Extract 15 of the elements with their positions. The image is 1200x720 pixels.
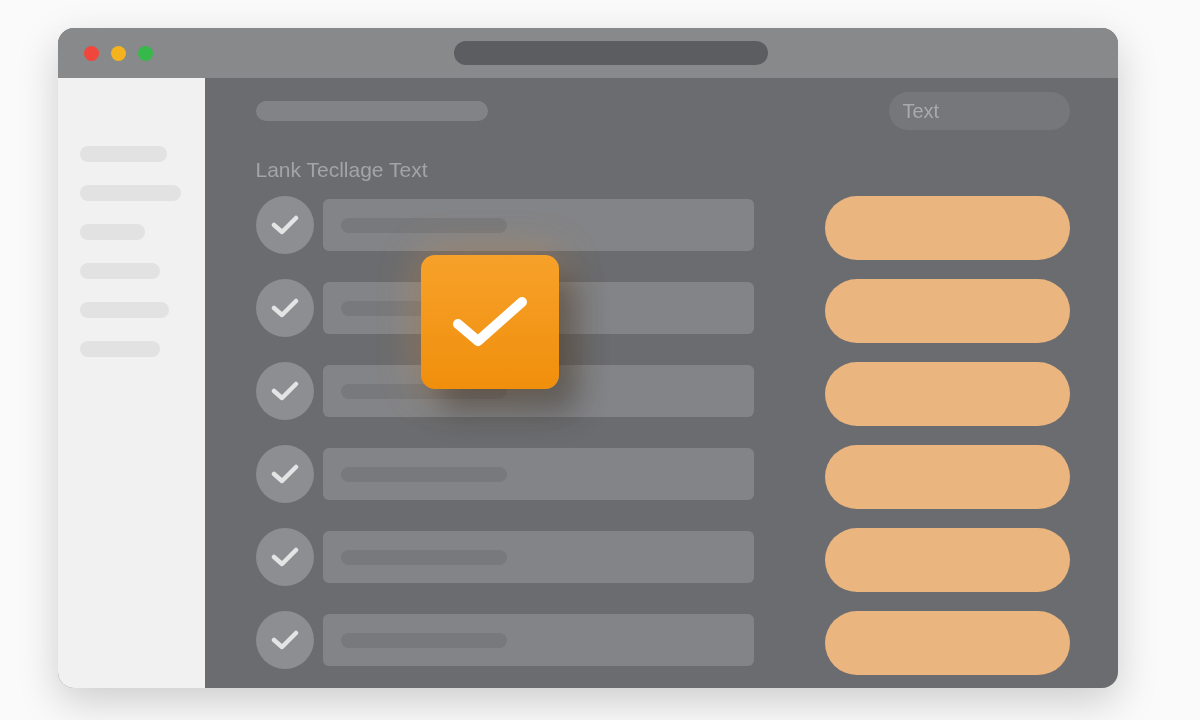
- checkmark-icon: [270, 297, 299, 319]
- minimize-dot[interactable]: [110, 45, 126, 61]
- list-item[interactable]: [322, 531, 754, 583]
- checkmark-icon: [270, 629, 299, 651]
- checkmark-icon: [270, 380, 299, 402]
- list-item[interactable]: [322, 199, 754, 251]
- checkmark-icon: [270, 214, 299, 236]
- maximize-dot[interactable]: [137, 45, 153, 61]
- section-heading: Lank Tecllage Text: [255, 158, 429, 183]
- list-item[interactable]: [322, 614, 754, 666]
- checkmark-icon: [270, 463, 299, 485]
- close-dot[interactable]: [83, 45, 99, 61]
- list-item[interactable]: [322, 448, 754, 500]
- address-bar[interactable]: [453, 41, 768, 65]
- checkmark-icon: [270, 546, 299, 568]
